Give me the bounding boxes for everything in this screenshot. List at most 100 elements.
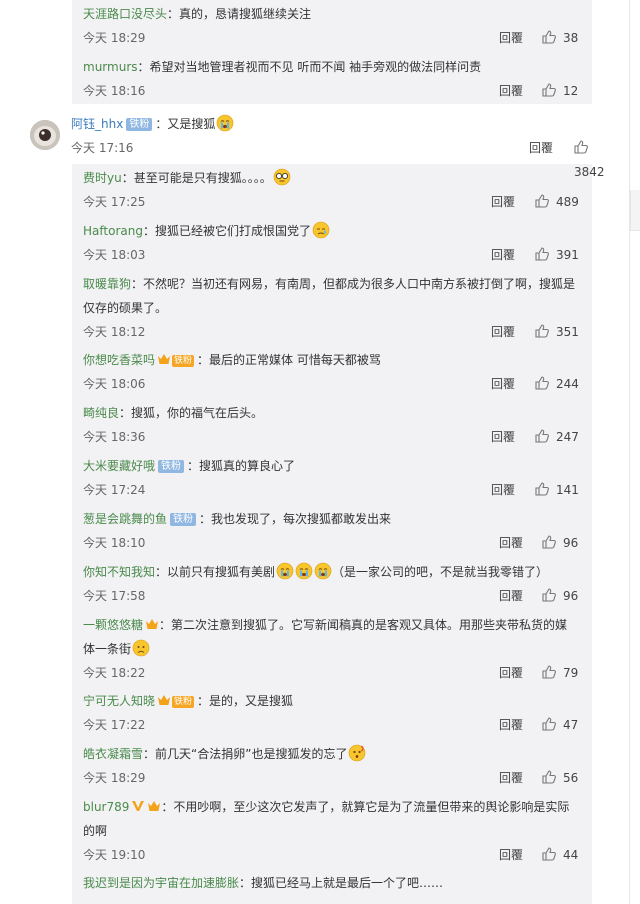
comment-body-text: ：又是搜狐 bbox=[155, 117, 216, 131]
timestamp: 今天 17:58 bbox=[83, 589, 146, 603]
reply-button[interactable]: 回覆 bbox=[499, 584, 523, 608]
timestamp: 今天 17:24 bbox=[83, 483, 146, 497]
timestamp: 今天 18:12 bbox=[83, 325, 146, 339]
timestamp: 今天 18:16 bbox=[83, 84, 146, 98]
thumbs-up-icon bbox=[535, 482, 549, 496]
like-button[interactable]: 141 bbox=[535, 478, 579, 502]
username-link[interactable]: 费时yu bbox=[83, 171, 122, 185]
like-button[interactable]: 47 bbox=[542, 713, 578, 737]
reply-button[interactable]: 回覆 bbox=[499, 26, 523, 50]
like-button[interactable]: 44 bbox=[542, 843, 578, 867]
reply-item: 你知不知我知：以前只有搜狐有美剧 （是一家公司的吧，不是就当我零错了） 今天 17… bbox=[83, 560, 583, 608]
reply-meta: 今天 17:25 回覆 489 bbox=[83, 190, 583, 214]
reply-item: 葱是会跳舞的鱼 铁粉 ：我也发现了，每次搜狐都敢发出来 今天 18:10 回覆 96 bbox=[83, 507, 583, 555]
username-link[interactable]: 我迟到是因为宇宙在加速膨胀 bbox=[83, 876, 239, 890]
username-link[interactable]: 天涯路口没尽头 bbox=[83, 7, 167, 21]
like-button[interactable]: 96 bbox=[542, 584, 578, 608]
like-button[interactable]: 247 bbox=[535, 425, 579, 449]
username-link[interactable]: 你想吃香菜吗 bbox=[83, 353, 155, 367]
scrollbar-track[interactable] bbox=[629, 0, 630, 904]
reply-button[interactable]: 回覆 bbox=[499, 766, 523, 790]
username-link[interactable]: 一颗悠悠糖 bbox=[83, 618, 143, 632]
reply-meta: 今天 17:58 回覆 96 bbox=[83, 584, 583, 608]
like-button[interactable]: 391 bbox=[535, 243, 579, 267]
timestamp: 今天 17:16 bbox=[71, 141, 134, 155]
glasses-emoji-icon bbox=[273, 168, 291, 186]
reply-body: ：不用吵啊，至少这次它发声了，就算它是为了流量但带来的舆论影响是实际 bbox=[161, 800, 570, 814]
username-link[interactable]: Haftorang bbox=[83, 224, 143, 238]
like-count: 56 bbox=[563, 771, 579, 785]
reply-button[interactable]: 回覆 bbox=[499, 661, 523, 685]
scrollbar-thumb[interactable] bbox=[630, 190, 640, 231]
like-button[interactable]: 79 bbox=[542, 661, 578, 685]
member-crown-icon bbox=[158, 695, 171, 705]
username-link[interactable]: 葱是会跳舞的鱼 bbox=[83, 512, 167, 526]
reply-body-continued: 的啊 bbox=[83, 824, 108, 838]
reply-button[interactable]: 回覆 bbox=[499, 531, 523, 555]
username-link[interactable]: 你知不知我知 bbox=[83, 565, 155, 579]
reply-body: ：搜狐，你的福气在后头。 bbox=[119, 406, 264, 420]
like-count: 141 bbox=[556, 483, 579, 497]
timestamp: 今天 18:36 bbox=[83, 430, 146, 444]
like-button[interactable]: 351 bbox=[535, 320, 579, 344]
reply-button[interactable]: 回覆 bbox=[491, 190, 515, 214]
reply-item: 皓衣凝霜雪：前几天“合法捐卵”也是搜狐发的忘了 今天 18:29 回覆 56 bbox=[83, 742, 583, 790]
reply-body: ：前几天“合法捐卵”也是搜狐发的忘了 bbox=[143, 747, 348, 761]
thumbs-up-icon bbox=[542, 770, 556, 784]
member-crown-icon bbox=[148, 801, 161, 811]
fan-badge: 铁粉 bbox=[158, 460, 185, 473]
like-count: 38 bbox=[563, 31, 579, 45]
like-button[interactable]: 12 bbox=[542, 79, 578, 103]
reply-item: 取暖靠狗：不然呢？当初还有网易，有南周，但都成为很多人口中南方系被打倒了啊，搜狐… bbox=[83, 272, 583, 344]
like-button[interactable]: 244 bbox=[535, 372, 579, 396]
reply-button[interactable]: 回覆 bbox=[491, 478, 515, 502]
reply-body: ：是的，又是搜狐 bbox=[197, 694, 294, 708]
timestamp: 今天 17:22 bbox=[83, 718, 146, 732]
reply-body: ：甚至可能是只有搜狐。。。。 bbox=[121, 171, 272, 185]
reply-button[interactable]: 回覆 bbox=[499, 713, 523, 737]
thumbs-up-icon bbox=[574, 140, 588, 154]
username-link[interactable]: 宁可无人知晓 bbox=[83, 694, 155, 708]
avatar-image bbox=[30, 120, 60, 150]
reply-body: ：不然呢？当初还有网易，有南周，但都成为很多人口中南方系被打倒了啊，搜狐是 bbox=[131, 277, 576, 291]
reply-button[interactable]: 回覆 bbox=[491, 243, 515, 267]
thumbs-up-icon bbox=[535, 324, 549, 338]
reply-item: 我迟到是因为宇宙在加速膨胀：搜狐已经马上就是最后一个了吧…… bbox=[83, 871, 583, 895]
username-link[interactable]: 畸纯良 bbox=[83, 406, 119, 420]
username-link[interactable]: murmurs bbox=[83, 60, 138, 74]
username-link[interactable]: 取暖靠狗 bbox=[83, 277, 131, 291]
reply-text: 大米要藏好哦 铁粉 ：搜狐真的算良心了 bbox=[83, 454, 583, 478]
reply-button[interactable]: 回覆 bbox=[491, 425, 515, 449]
reply-item: 你想吃香菜吗 铁粉 ：最后的正常媒体 可惜每天都被骂 今天 18:06 回覆 244 bbox=[83, 348, 583, 396]
reply-button[interactable]: 回覆 bbox=[491, 320, 515, 344]
username-link[interactable]: 大米要藏好哦 bbox=[83, 459, 155, 473]
reply-meta: 今天 17:22 回覆 47 bbox=[83, 713, 583, 737]
reply-button[interactable]: 回覆 bbox=[491, 372, 515, 396]
reply-body: ：搜狐已经马上就是最后一个了吧…… bbox=[239, 876, 444, 890]
reply-button[interactable]: 回覆 bbox=[529, 136, 553, 160]
avatar[interactable] bbox=[30, 120, 60, 150]
username-link[interactable]: blur789 bbox=[83, 800, 129, 814]
timestamp: 今天 18:10 bbox=[83, 536, 146, 550]
username-link[interactable]: 皓衣凝霜雪 bbox=[83, 747, 143, 761]
reply-body-continued: 仅存的硕果了。 bbox=[83, 301, 168, 315]
like-button[interactable]: 56 bbox=[542, 766, 578, 790]
reply-meta: 今天 18:10 回覆 96 bbox=[83, 531, 583, 555]
like-button[interactable]: 489 bbox=[535, 190, 579, 214]
like-count: 44 bbox=[563, 848, 579, 862]
member-crown-icon bbox=[158, 354, 171, 364]
reply-meta: 今天 18:06 回覆 244 bbox=[83, 372, 583, 396]
like-count: 244 bbox=[556, 377, 579, 391]
reply-item: 费时yu：甚至可能是只有搜狐。。。。 今天 17:25 回覆 489 bbox=[83, 166, 583, 214]
timestamp: 今天 18:29 bbox=[83, 771, 146, 785]
reply-body: ：第二次注意到搜狐了。它写新闻稿真的是客观又具体。用那些夹带私货的媒 bbox=[159, 618, 568, 632]
fan-badge: 铁粉 bbox=[172, 355, 195, 367]
like-button[interactable]: 38 bbox=[542, 26, 578, 50]
like-button[interactable]: 96 bbox=[542, 531, 578, 555]
reply-meta: 今天 18:29 回覆 38 bbox=[83, 26, 583, 50]
reply-body: ：搜狐真的算良心了 bbox=[187, 459, 296, 473]
reply-body-continued: 体一条街 bbox=[83, 642, 132, 656]
username-link[interactable]: 阿钰_hhx bbox=[71, 117, 123, 131]
reply-button[interactable]: 回覆 bbox=[499, 843, 523, 867]
reply-button[interactable]: 回覆 bbox=[499, 79, 523, 103]
